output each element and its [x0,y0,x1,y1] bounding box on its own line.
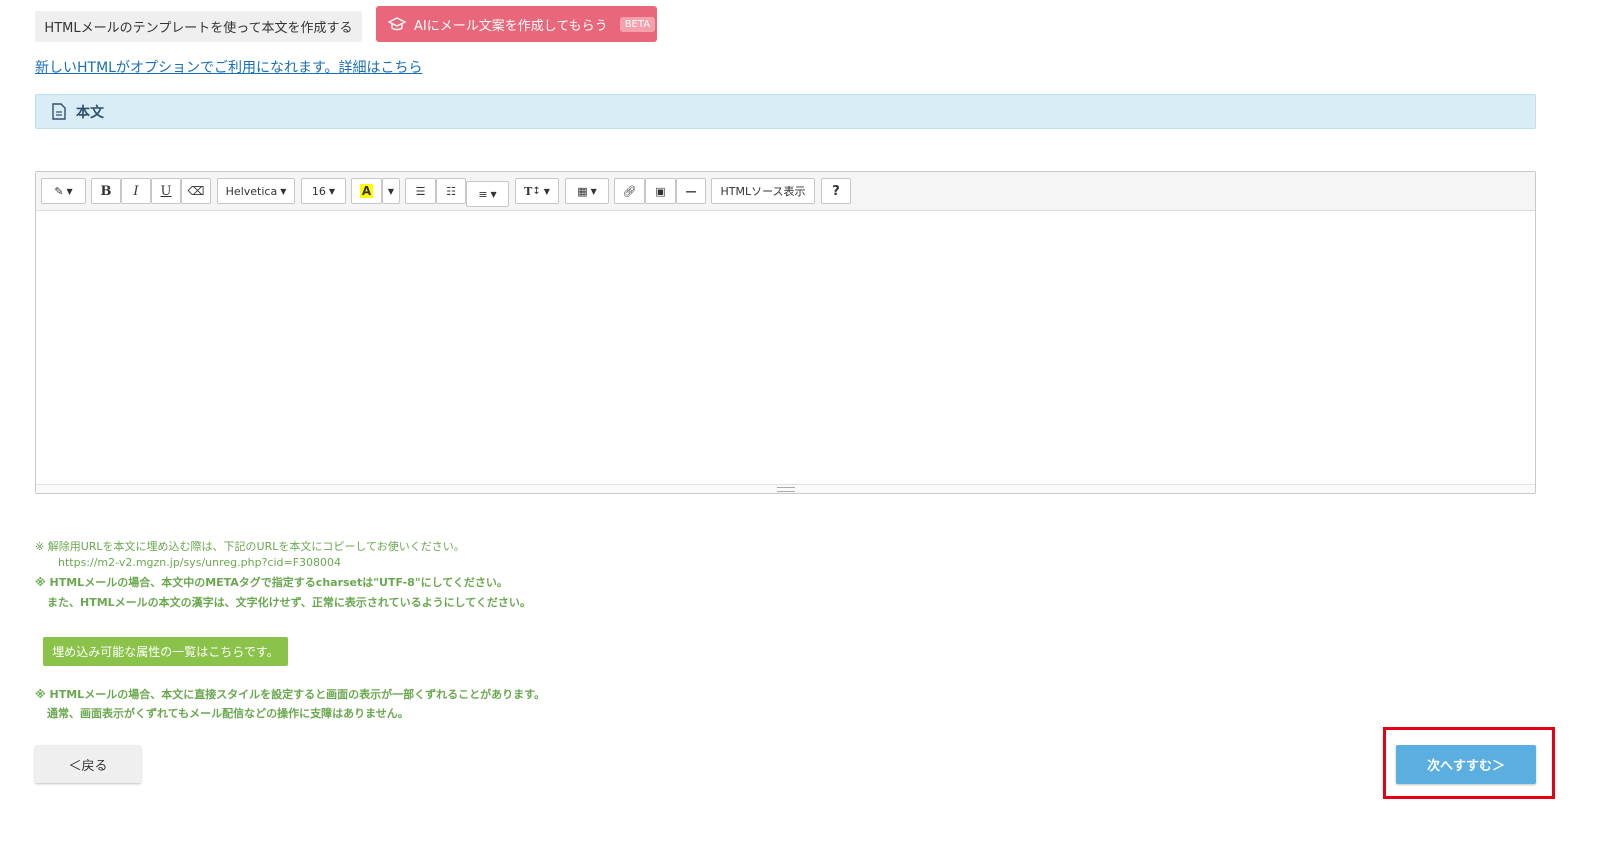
unsubscribe-url: https://m2-v2.mgzn.jp/sys/unreg.php?cid=… [58,556,342,569]
italic-button[interactable]: I [121,178,151,204]
text-color-dropdown[interactable]: ▼ [382,178,400,204]
section-title: 本文 [76,104,104,121]
html-source-button[interactable]: HTMLソース表示 [711,178,815,204]
ordered-list-button[interactable]: ☷ [436,178,466,204]
paragraph-align-button[interactable]: ≡ ▼ [466,181,509,207]
horizontal-rule-button[interactable]: — [676,178,706,204]
highlight-a-icon: A [359,184,374,198]
image-icon: ▣ [655,184,666,198]
help-button[interactable]: ? [821,178,851,204]
table-button[interactable]: ▦ ▼ [565,178,609,204]
rich-text-editor: ✎ ▼ B I U ⌫ Helvetica ▼ 16 ▼ A ▼ ☰ ☷ ≡ ▼ T ↕ ▼ [35,171,1536,494]
back-button[interactable]: ＜戻る [35,745,141,783]
style-warning-note: ※ HTMLメールの場合、本文に直接スタイルを設定すると画面の表示が一部くずれる… [35,688,546,701]
editor-content-area[interactable] [36,211,1535,484]
magic-wand-icon: ✎ [54,184,64,198]
ai-compose-label: AIにメール文案を作成してもらう [414,18,608,34]
magic-style-button[interactable]: ✎ ▼ [41,178,86,204]
next-button-highlight [1383,727,1555,799]
text-size-button[interactable]: T ↕ ▼ [515,178,559,204]
kanji-note: また、HTMLメールの本文の漢字は、文字化けせず、正常に表示されているようにして… [47,596,531,609]
link-icon: 🔗︎ [622,184,637,198]
editor-toolbar: ✎ ▼ B I U ⌫ Helvetica ▼ 16 ▼ A ▼ ☰ ☷ ≡ ▼ T ↕ ▼ [36,172,1535,211]
font-family-select[interactable]: Helvetica ▼ [217,178,295,204]
clear-format-button[interactable]: ⌫ [181,178,211,204]
ai-compose-button[interactable]: AIにメール文案を作成してもらう BETA [376,6,657,42]
beta-badge: BETA [619,16,656,32]
embeddable-attributes-button[interactable]: 埋め込み可能な属性の一覧はこちらです。 [43,637,288,666]
minus-icon: — [685,184,697,198]
table-icon: ▦ [577,184,588,198]
body-section-header: 本文 [35,94,1536,129]
image-button[interactable]: ▣ [645,178,676,204]
numbered-list-icon: ☷ [446,184,456,198]
unsubscribe-note: ※ 解除用URLを本文に埋め込む際は、下記のURLを本文にコピーしてお使いくださ… [35,540,465,553]
editor-resize-handle[interactable] [36,484,1535,493]
link-button[interactable]: 🔗︎ [614,178,645,204]
align-icon: ≡ [478,187,488,201]
text-color-button[interactable]: A [351,178,382,204]
html-option-link[interactable]: 新しいHTMLがオプションでご利用になれます。詳細はこちら [35,57,423,77]
charset-note: ※ HTMLメールの場合、本文中のMETAタグで指定するcharsetは"UTF… [35,576,508,589]
bold-button[interactable]: B [91,178,121,204]
eraser-icon: ⌫ [187,184,205,198]
text-height-icon: T [524,184,533,198]
font-size-select[interactable]: 16 ▼ [301,178,346,204]
document-icon [52,103,66,120]
underline-button[interactable]: U [151,178,181,204]
html-template-button[interactable]: HTMLメールのテンプレートを使って本文を作成する [35,11,362,42]
bullet-list-icon: ☰ [415,184,426,198]
unordered-list-button[interactable]: ☰ [405,178,436,204]
graduation-cap-icon [388,17,406,31]
style-ok-note: 通常、画面表示がくずれてもメール配信などの操作に支障はありません。 [47,707,409,720]
